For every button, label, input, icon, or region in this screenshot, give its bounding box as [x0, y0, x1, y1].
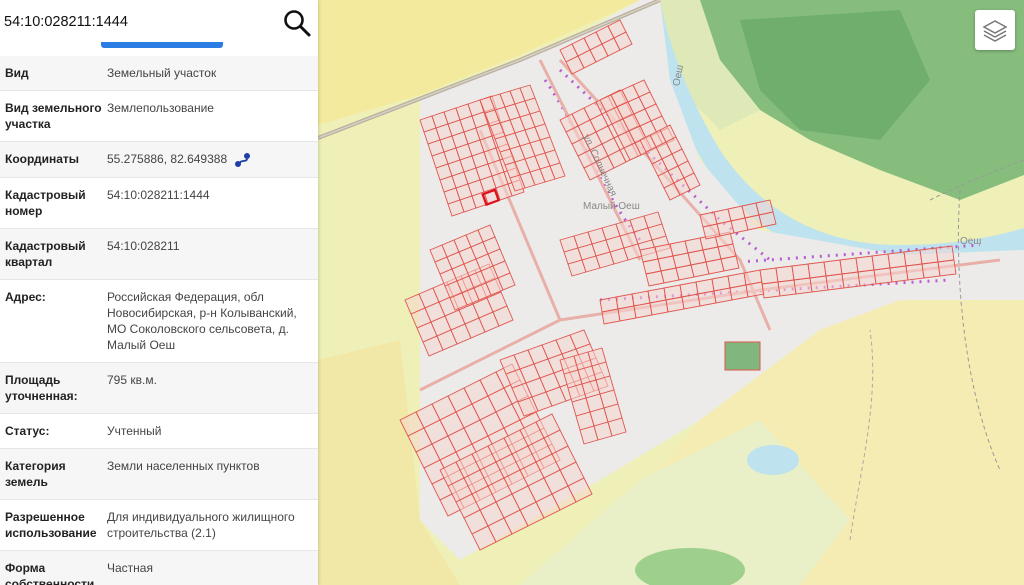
row-label: Разрешенное использование: [5, 509, 97, 540]
land-parcel[interactable]: [681, 293, 701, 310]
row-label: Адрес:: [5, 289, 46, 304]
row-value: Частная: [107, 560, 153, 575]
route-icon[interactable]: [234, 152, 252, 168]
land-parcel[interactable]: [841, 271, 861, 289]
info-row: Форма собственности Частная: [0, 550, 318, 585]
row-value: Учтенный: [107, 423, 162, 438]
search-button[interactable]: [282, 8, 312, 38]
row-label: Форма собственности: [5, 560, 95, 585]
land-parcel[interactable]: [919, 247, 939, 265]
land-parcel[interactable]: [839, 257, 859, 275]
row-label: Площадь уточненная:: [5, 372, 78, 403]
coordinates-value: 55.275886, 82.649388: [107, 152, 228, 166]
row-label: Статус:: [5, 423, 50, 438]
land-parcel[interactable]: [873, 267, 893, 285]
search-icon: [284, 10, 311, 37]
village-label: Малый Оеш: [583, 201, 640, 212]
info-panel: Вид Земельный участок Вид земельного уча…: [0, 0, 318, 585]
info-row: Вид Земельный участок: [0, 56, 318, 91]
land-parcel[interactable]: [697, 290, 717, 307]
row-value: Для индивидуального жилищного строительс…: [107, 509, 295, 540]
land-parcel[interactable]: [807, 261, 827, 279]
land-parcel[interactable]: [649, 299, 669, 316]
land-parcel[interactable]: [617, 305, 637, 322]
land-parcel[interactable]: [633, 302, 653, 319]
layers-icon: [982, 20, 1008, 42]
row-value: 54:10:028211:1444: [107, 187, 210, 202]
row-label: Кадастровый квартал: [5, 238, 86, 269]
land-parcel[interactable]: [887, 251, 907, 269]
land-parcel[interactable]: [713, 287, 733, 304]
land-parcel[interactable]: [601, 308, 621, 325]
info-row: Кадастровый номер 54:10:028211:1444: [0, 177, 318, 229]
land-parcel[interactable]: [905, 263, 925, 281]
search-input[interactable]: [0, 4, 270, 40]
row-label: Вид земельного участка: [5, 101, 102, 131]
land-parcel[interactable]: [889, 265, 909, 283]
land-parcel[interactable]: [791, 263, 811, 281]
info-row: Площадь уточненная: 795 кв.м.: [0, 362, 318, 414]
land-parcel[interactable]: [921, 261, 941, 279]
search-bar: [0, 0, 318, 48]
land-parcel[interactable]: [935, 245, 955, 263]
land-parcel[interactable]: [903, 249, 923, 267]
land-parcel[interactable]: [759, 267, 779, 285]
land-parcel[interactable]: [665, 296, 685, 313]
row-value: Земли населенных пунктов: [107, 458, 260, 473]
row-label: Координаты: [5, 152, 80, 166]
land-parcel[interactable]: [761, 281, 781, 299]
info-row: Адрес: Российская Федерация, обл Новосиб…: [0, 279, 318, 363]
land-parcel[interactable]: [937, 259, 957, 277]
row-label: Вид: [5, 66, 29, 80]
land-parcel[interactable]: [823, 259, 843, 277]
info-row: Кадастровый квартал 54:10:028211: [0, 228, 318, 280]
row-label: Категория земель: [5, 458, 66, 489]
blue-strip: [101, 42, 223, 48]
row-value: Земельный участок: [107, 66, 217, 80]
land-parcel[interactable]: [775, 265, 795, 283]
info-row: Категория земель Земли населенных пункто…: [0, 448, 318, 500]
row-value: Землепользование: [107, 101, 214, 115]
land-parcel[interactable]: [825, 273, 845, 291]
land-parcel[interactable]: [729, 284, 749, 301]
info-row: Координаты 55.275886, 82.649388: [0, 142, 318, 178]
info-table: Вид Земельный участок Вид земельного уча…: [0, 56, 318, 585]
layers-button[interactable]: [975, 10, 1015, 50]
info-row: Вид земельного участка Землепользование: [0, 91, 318, 142]
land-parcel[interactable]: [777, 279, 797, 297]
coordinates-cell: 55.275886, 82.649388: [107, 142, 313, 177]
info-row: Статус: Учтенный: [0, 413, 318, 449]
land-parcel[interactable]: [758, 211, 777, 228]
land-parcel[interactable]: [809, 275, 829, 293]
land-parcel[interactable]: [745, 281, 765, 298]
land-parcel[interactable]: [857, 269, 877, 287]
row-value: 795 кв.м.: [107, 372, 157, 387]
row-value: Российская Федерация, обл Новосибирская,…: [107, 289, 297, 352]
row-value: 54:10:028211: [107, 238, 180, 253]
land-parcel[interactable]: [793, 277, 813, 295]
row-label: Кадастровый номер: [5, 187, 86, 218]
land-parcel[interactable]: [720, 255, 740, 272]
river-label-right: Оеш: [960, 236, 982, 247]
land-parcel[interactable]: [855, 255, 875, 273]
info-row: Разрешенное использование Для индивидуал…: [0, 499, 318, 551]
land-parcel[interactable]: [871, 253, 891, 271]
